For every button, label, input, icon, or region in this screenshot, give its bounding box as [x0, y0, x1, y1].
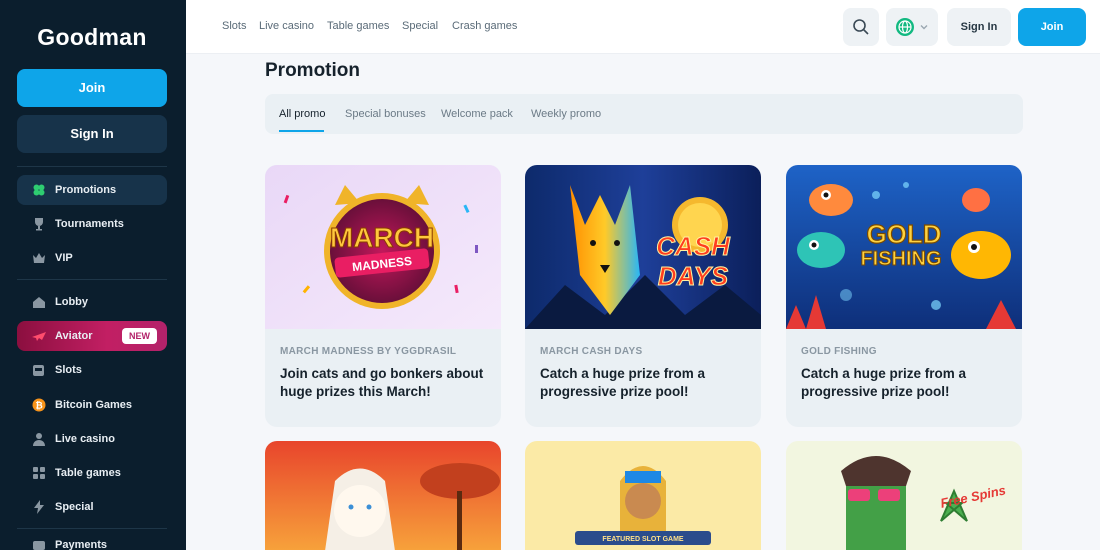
nav-link-table-games[interactable]: Table games: [327, 20, 389, 32]
divider: [17, 166, 167, 167]
search-button[interactable]: [843, 8, 879, 46]
promo-card[interactable]: [265, 441, 501, 550]
promo-image: Free Spins: [786, 441, 1022, 550]
plane-icon: [31, 328, 47, 344]
chevron-down-icon: [920, 25, 928, 30]
language-selector[interactable]: [886, 8, 938, 46]
tab-welcome-pack[interactable]: Welcome pack: [441, 108, 513, 120]
promo-description: Join cats and go bonkers about huge priz…: [280, 366, 484, 399]
promo-tag: MARCH CASH DAYS: [540, 346, 643, 357]
promo-image: MARCH MADNESS: [265, 165, 501, 329]
home-icon: [31, 294, 47, 310]
tab-special-bonuses[interactable]: Special bonuses: [345, 108, 426, 120]
promo-tabs: All promo Special bonuses Welcome pack W…: [265, 94, 1023, 134]
sidebar-item-slots[interactable]: Slots: [17, 355, 167, 385]
tab-weekly-promo[interactable]: Weekly promo: [531, 108, 601, 120]
sidebar-item-label: VIP: [55, 252, 73, 264]
sidebar: Goodman Join Sign In Promotions Tourname…: [0, 0, 186, 550]
sidebar-item-label: Slots: [55, 364, 82, 376]
promo-description: Catch a huge prize from a progressive pr…: [801, 366, 967, 399]
signin-button[interactable]: Sign In: [947, 8, 1011, 46]
clover-icon: [31, 182, 47, 198]
promo-image: CASH DAYS: [525, 165, 761, 329]
dealer-icon: [31, 431, 47, 447]
sidebar-item-payments[interactable]: Payments: [17, 530, 167, 550]
art-title: FEATURED SLOT GAME: [602, 536, 683, 543]
nav-link-crash-games[interactable]: Crash games: [452, 20, 517, 32]
sidebar-item-vip[interactable]: VIP: [17, 243, 167, 273]
sidebar-item-tournaments[interactable]: Tournaments: [17, 209, 167, 239]
sidebar-item-label: Special: [55, 501, 94, 513]
art-subtitle: DAYS: [658, 261, 729, 291]
promo-card[interactable]: CASH DAYS MARCH CASH DAYS Catch a huge p…: [525, 165, 761, 427]
promo-image: FEATURED SLOT GAME: [525, 441, 761, 550]
sidebar-item-bitcoin-games[interactable]: ₿ Bitcoin Games: [17, 390, 167, 420]
sidebar-item-label: Tournaments: [55, 218, 124, 230]
promo-image: [265, 441, 501, 550]
trophy-icon: [31, 216, 47, 232]
promo-card[interactable]: Free Spins: [786, 441, 1022, 550]
sidebar-item-table-games[interactable]: Table games: [17, 458, 167, 488]
art-title: GOLD: [866, 219, 941, 249]
divider: [17, 279, 167, 280]
sidebar-item-aviator[interactable]: Aviator NEW: [17, 321, 167, 351]
promo-image: GOLD FISHING: [786, 165, 1022, 329]
wallet-icon: [31, 537, 47, 550]
sidebar-item-label: Table games: [55, 467, 121, 479]
sidebar-item-lobby[interactable]: Lobby: [17, 287, 167, 317]
art-title: CASH: [656, 231, 731, 261]
search-icon: [853, 19, 869, 35]
logo[interactable]: Goodman: [0, 24, 184, 51]
promo-tag: MARCH MADNESS BY YGGDRASIL: [280, 346, 457, 357]
sidebar-item-label: Live casino: [55, 433, 115, 445]
tab-all-promo[interactable]: All promo: [279, 108, 325, 120]
sidebar-item-promotions[interactable]: Promotions: [17, 175, 167, 205]
globe-icon: [896, 18, 914, 36]
sidebar-join-button[interactable]: Join: [17, 69, 167, 107]
promo-description: Catch a huge prize from a progressive pr…: [540, 366, 706, 399]
new-badge: NEW: [122, 328, 157, 344]
cards-icon: [31, 465, 47, 481]
nav-link-live-casino[interactable]: Live casino: [259, 20, 314, 32]
art-title: MARCH: [330, 222, 434, 253]
promo-tag: GOLD FISHING: [801, 346, 877, 357]
bitcoin-icon: ₿: [31, 397, 47, 413]
join-button[interactable]: Join: [1018, 8, 1086, 46]
sidebar-item-label: Aviator: [55, 330, 93, 342]
crown-icon: [31, 250, 47, 266]
page-title: Promotion: [265, 60, 360, 81]
svg-text:₿: ₿: [35, 401, 42, 411]
nav-link-special[interactable]: Special: [402, 20, 438, 32]
divider: [17, 528, 167, 529]
slot-machine-icon: [31, 362, 47, 378]
promo-card[interactable]: MARCH MADNESS MARCH MADNESS BY YGGDRASIL…: [265, 165, 501, 427]
active-tab-indicator: [279, 130, 324, 132]
lightning-icon: [31, 499, 47, 515]
sidebar-item-special[interactable]: Special: [17, 492, 167, 522]
art-subtitle: FISHING: [860, 248, 941, 270]
sidebar-signin-button[interactable]: Sign In: [17, 115, 167, 153]
sidebar-item-live-casino[interactable]: Live casino: [17, 424, 167, 454]
sidebar-item-label: Lobby: [55, 296, 88, 308]
nav-link-slots[interactable]: Slots: [222, 20, 246, 32]
sidebar-item-label: Payments: [55, 539, 107, 550]
promo-card[interactable]: GOLD FISHING GOLD FISHING Catch a huge p…: [786, 165, 1022, 427]
sidebar-item-label: Bitcoin Games: [55, 399, 133, 411]
sidebar-item-label: Promotions: [55, 184, 117, 196]
promo-card[interactable]: FEATURED SLOT GAME: [525, 441, 761, 550]
